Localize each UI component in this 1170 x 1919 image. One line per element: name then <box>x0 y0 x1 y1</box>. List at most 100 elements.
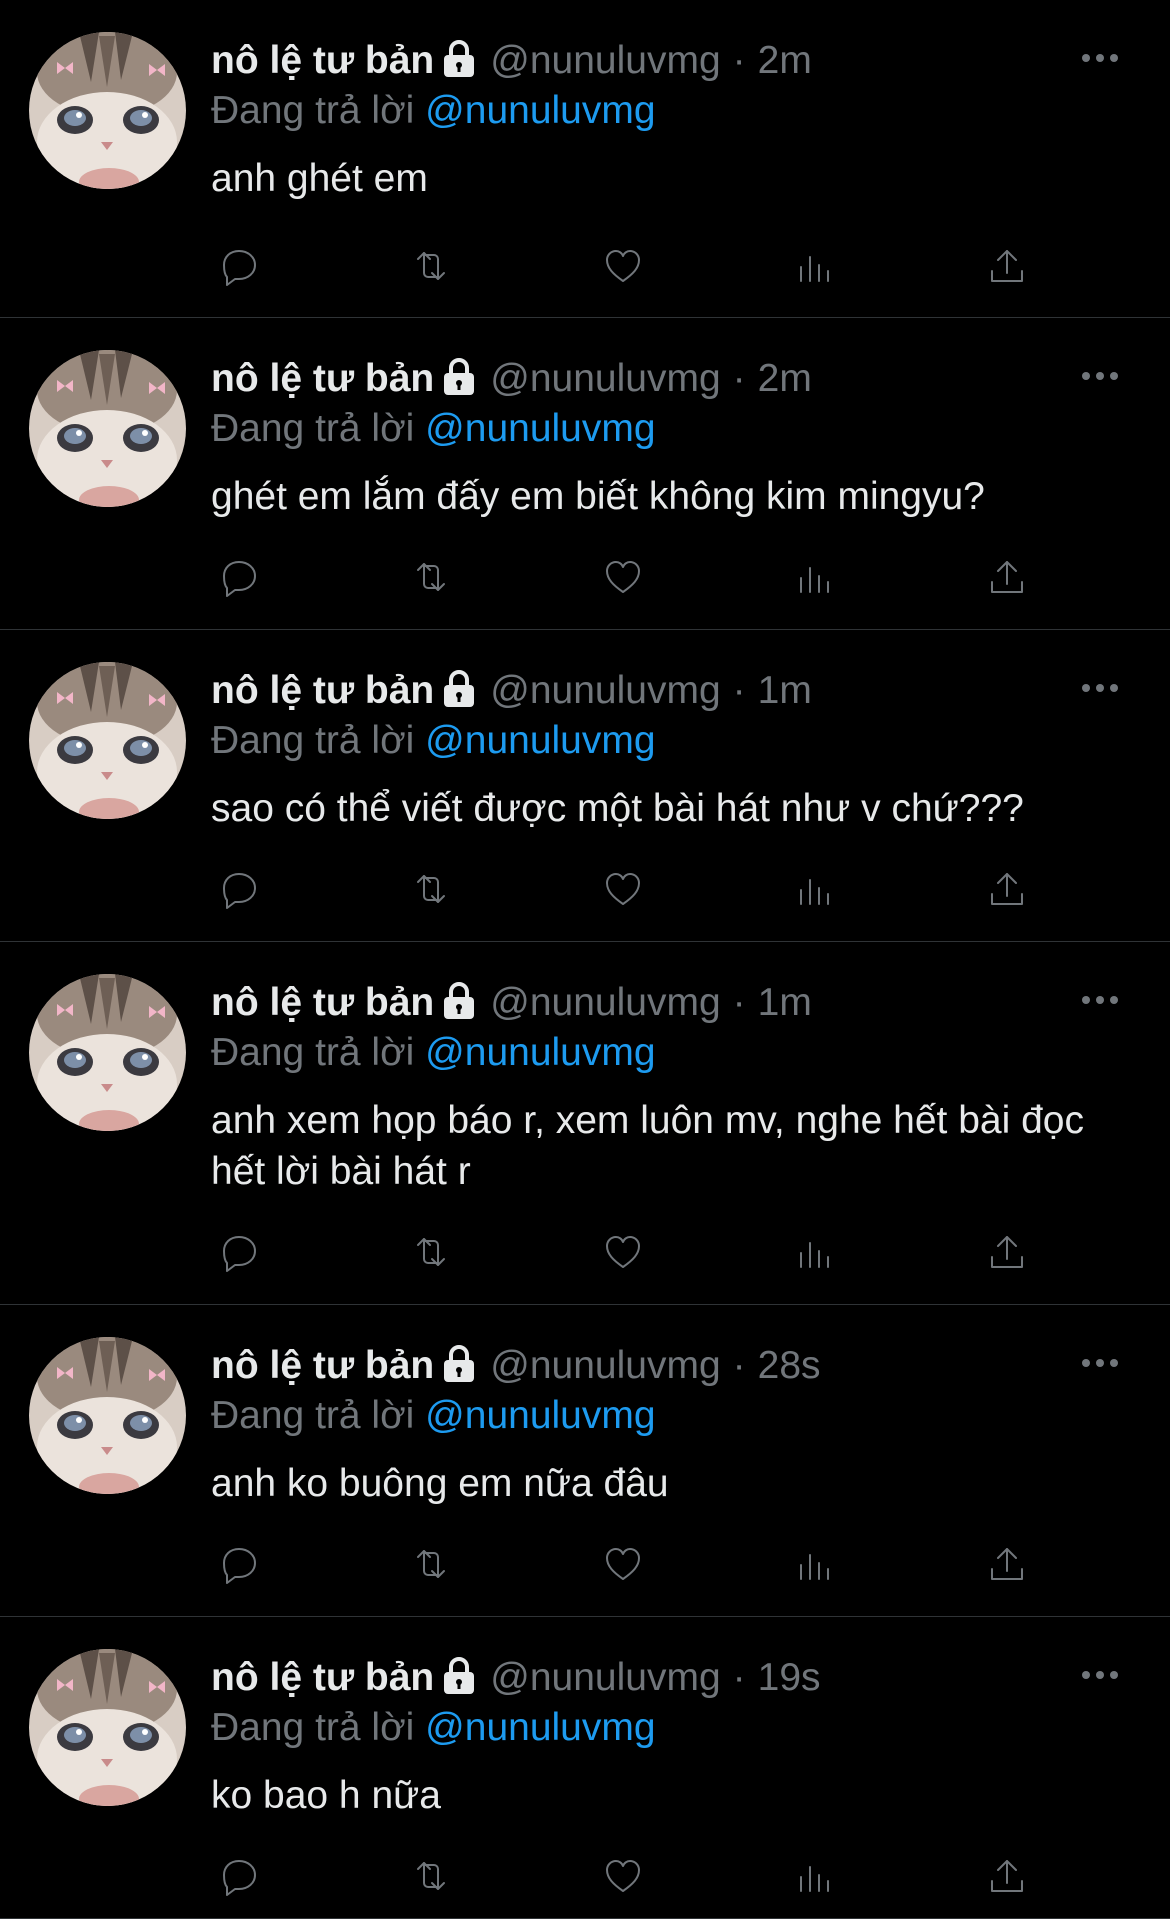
username-handle[interactable]: @nunuluvmg <box>490 1344 720 1388</box>
like-button[interactable] <box>595 1850 651 1906</box>
tweet-body: nô lệ tư bản @nunuluvmg · 1m Đang trả lời @n… <box>211 978 1130 1197</box>
reply-button[interactable] <box>211 240 267 296</box>
username-handle[interactable]: @nunuluvmg <box>490 669 720 713</box>
tweet-actions <box>211 551 1031 607</box>
display-name[interactable]: nô lệ tư bản <box>211 669 434 713</box>
timestamp[interactable]: 1m <box>758 981 812 1025</box>
share-button[interactable] <box>979 1226 1035 1282</box>
retweet-button[interactable] <box>403 863 459 919</box>
share-button[interactable] <box>979 240 1035 296</box>
mention-link[interactable]: @nunuluvmg <box>425 1031 655 1074</box>
tweet[interactable]: nô lệ tư bản @nunuluvmg · 1m Đang trả lời @n… <box>0 942 1170 1305</box>
more-dots-icon[interactable] <box>1070 668 1130 708</box>
retweet-icon <box>408 1853 454 1904</box>
tweet-text: anh ko buông em nữa đâu <box>211 1462 669 1505</box>
tweet-text: ghét em lắm đấy em biết không kim mingyu… <box>211 475 985 518</box>
tweet-header: nô lệ tư bản @nunuluvmg · 1m <box>211 978 1130 1028</box>
share-button[interactable] <box>979 1850 1035 1906</box>
timestamp[interactable]: 1m <box>758 669 812 713</box>
tweet[interactable]: nô lệ tư bản @nunuluvmg · 19s Đang trả lời @… <box>0 1617 1170 1919</box>
timestamp[interactable]: 2m <box>758 357 812 401</box>
views-button[interactable] <box>787 1850 843 1906</box>
more-dots-icon[interactable] <box>1070 980 1130 1020</box>
share-button[interactable] <box>979 863 1035 919</box>
separator-dot: · <box>732 1344 746 1387</box>
replying-to: Đang trả lời @nunuluvmg <box>211 404 1130 454</box>
lock-icon <box>442 39 476 79</box>
tweet-text: ko bao h nữa <box>211 1774 441 1817</box>
display-name[interactable]: nô lệ tư bản <box>211 1656 434 1700</box>
reply-button[interactable] <box>211 1538 267 1594</box>
retweet-button[interactable] <box>403 1226 459 1282</box>
tweet-body: nô lệ tư bản @nunuluvmg · 2m Đang trả lời @n… <box>211 354 1130 522</box>
share-button[interactable] <box>979 551 1035 607</box>
mention-link[interactable]: @nunuluvmg <box>425 1706 655 1749</box>
like-button[interactable] <box>595 1226 651 1282</box>
timestamp[interactable]: 19s <box>758 1656 821 1700</box>
like-button[interactable] <box>595 551 651 607</box>
views-icon <box>792 554 838 605</box>
timestamp[interactable]: 2m <box>758 39 812 83</box>
views-button[interactable] <box>787 1538 843 1594</box>
tweet-actions <box>211 1850 1031 1906</box>
tweet[interactable]: nô lệ tư bản @nunuluvmg · 28s Đang trả lời @… <box>0 1305 1170 1617</box>
views-icon <box>792 1853 838 1904</box>
views-button[interactable] <box>787 551 843 607</box>
tweet-header: nô lệ tư bản @nunuluvmg · 2m <box>211 354 1130 404</box>
avatar[interactable] <box>29 662 186 819</box>
views-button[interactable] <box>787 1226 843 1282</box>
retweet-button[interactable] <box>403 551 459 607</box>
retweet-button[interactable] <box>403 240 459 296</box>
tweet-header: nô lệ tư bản @nunuluvmg · 19s <box>211 1653 1130 1703</box>
share-button[interactable] <box>979 1538 1035 1594</box>
avatar[interactable] <box>29 1337 186 1494</box>
like-icon <box>600 1853 646 1904</box>
username-handle[interactable]: @nunuluvmg <box>490 357 720 401</box>
timestamp[interactable]: 28s <box>758 1344 821 1388</box>
display-name[interactable]: nô lệ tư bản <box>211 357 434 401</box>
reply-button[interactable] <box>211 551 267 607</box>
views-button[interactable] <box>787 863 843 919</box>
reply-button[interactable] <box>211 863 267 919</box>
replying-to: Đang trả lời @nunuluvmg <box>211 1391 1130 1441</box>
mention-link[interactable]: @nunuluvmg <box>425 89 655 132</box>
username-handle[interactable]: @nunuluvmg <box>490 39 720 83</box>
more-dots-icon[interactable] <box>1070 356 1130 396</box>
avatar[interactable] <box>29 1649 186 1806</box>
like-button[interactable] <box>595 240 651 296</box>
more-dots-icon[interactable] <box>1070 38 1130 78</box>
retweet-icon <box>408 1541 454 1592</box>
tweet[interactable]: nô lệ tư bản @nunuluvmg · 2m Đang trả lời @n… <box>0 318 1170 630</box>
avatar[interactable] <box>29 350 186 507</box>
mention-link[interactable]: @nunuluvmg <box>425 407 655 450</box>
reply-button[interactable] <box>211 1226 267 1282</box>
separator-dot: · <box>732 669 746 712</box>
display-name[interactable]: nô lệ tư bản <box>211 981 434 1025</box>
retweet-icon <box>408 1229 454 1280</box>
lock-icon <box>442 669 476 709</box>
display-name[interactable]: nô lệ tư bản <box>211 39 434 83</box>
replying-to-label: Đang trả lời <box>211 407 415 450</box>
tweet-text: sao có thể viết được một bài hát như v c… <box>211 787 1024 830</box>
tweet-actions <box>211 863 1031 919</box>
tweet[interactable]: nô lệ tư bản @nunuluvmg · 2m Đang trả lời @n… <box>0 0 1170 318</box>
share-icon <box>984 554 1030 605</box>
retweet-button[interactable] <box>403 1850 459 1906</box>
tweet[interactable]: nô lệ tư bản @nunuluvmg · 1m Đang trả lời @n… <box>0 630 1170 942</box>
display-name[interactable]: nô lệ tư bản <box>211 1344 434 1388</box>
mention-link[interactable]: @nunuluvmg <box>425 719 655 762</box>
like-button[interactable] <box>595 1538 651 1594</box>
username-handle[interactable]: @nunuluvmg <box>490 981 720 1025</box>
more-dots-icon[interactable] <box>1070 1343 1130 1383</box>
username-handle[interactable]: @nunuluvmg <box>490 1656 720 1700</box>
retweet-button[interactable] <box>403 1538 459 1594</box>
more-dots-icon[interactable] <box>1070 1655 1130 1695</box>
tweet-actions <box>211 1538 1031 1594</box>
reply-button[interactable] <box>211 1850 267 1906</box>
views-button[interactable] <box>787 240 843 296</box>
avatar[interactable] <box>29 32 186 189</box>
like-button[interactable] <box>595 863 651 919</box>
tweet-text: anh xem họp báo r, xem luôn mv, nghe hết… <box>211 1099 1084 1193</box>
avatar[interactable] <box>29 974 186 1131</box>
mention-link[interactable]: @nunuluvmg <box>425 1394 655 1437</box>
